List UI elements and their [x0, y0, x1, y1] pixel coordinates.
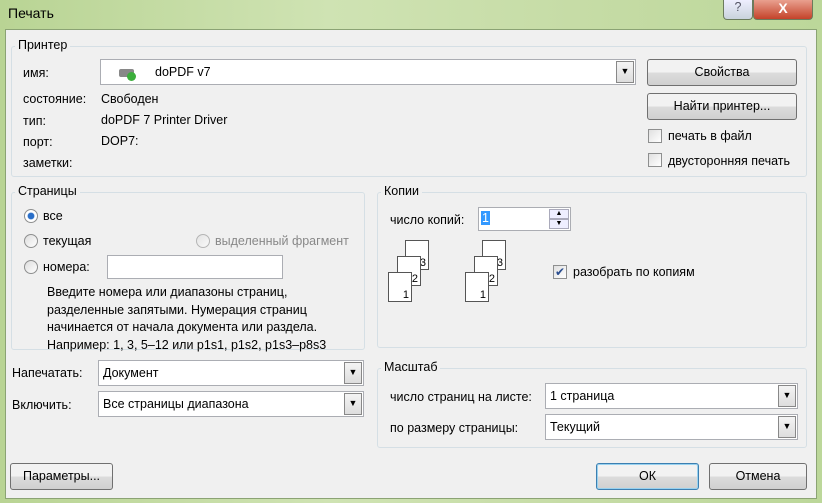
page-numbers-radio[interactable]	[24, 260, 38, 274]
chevron-down-icon[interactable]: ▼	[616, 61, 634, 83]
copies-count-stepper[interactable]: 1 ▲ ▼	[478, 207, 571, 231]
print-what-label: Напечатать:	[12, 366, 83, 380]
title-bar: Печать ? X	[0, 0, 822, 30]
type-value: doPDF 7 Printer Driver	[101, 113, 228, 127]
include-select[interactable]: Все страницы диапазона ▼	[98, 391, 364, 417]
selection-label: выделенный фрагмент	[215, 234, 349, 248]
fit-label: по размеру страницы:	[390, 421, 519, 435]
window-title: Печать	[8, 5, 54, 21]
spin-down-icon[interactable]: ▼	[549, 219, 569, 229]
printer-icon	[117, 63, 137, 81]
copies-group-label: Копии	[381, 184, 422, 198]
type-label: тип:	[23, 114, 46, 128]
include-label: Включить:	[12, 398, 72, 412]
page-numbers-label: номера:	[43, 260, 90, 274]
include-value: Все страницы диапазона	[103, 397, 249, 411]
port-label: порт:	[23, 135, 53, 149]
page-numbers-hint: Введите номера или диапазоны страниц, ра…	[47, 285, 327, 352]
per-sheet-label: число страниц на листе:	[390, 390, 532, 404]
duplex-checkbox[interactable]	[648, 153, 662, 167]
collated-pages-icon: 3 2 1	[388, 240, 448, 306]
options-button[interactable]: Параметры...	[10, 463, 113, 490]
status-label: состояние:	[23, 92, 87, 106]
collated-pages-icon-2: 3 2 1	[465, 240, 525, 306]
all-pages-label: все	[43, 209, 63, 223]
close-icon: X	[778, 0, 788, 16]
cancel-button[interactable]: Отмена	[709, 463, 807, 490]
chevron-down-icon[interactable]: ▼	[778, 416, 796, 438]
all-pages-radio[interactable]	[24, 209, 38, 223]
duplex-label: двусторонняя печать	[668, 154, 791, 168]
scale-group-label: Масштаб	[381, 360, 441, 374]
status-value: Свободен	[101, 92, 159, 106]
printer-name-label: имя:	[23, 66, 49, 80]
current-page-label: текущая	[43, 234, 92, 248]
find-printer-button[interactable]: Найти принтер...	[647, 93, 797, 120]
spin-up-icon[interactable]: ▲	[549, 209, 569, 219]
check-icon: ✔	[554, 265, 566, 279]
copies-count-label: число копий:	[390, 213, 465, 227]
printer-name-select[interactable]: doPDF v7 ▼	[100, 59, 636, 85]
print-what-value: Документ	[103, 366, 159, 380]
chevron-down-icon[interactable]: ▼	[344, 393, 362, 415]
print-to-file-checkbox[interactable]	[648, 129, 662, 143]
notes-label: заметки:	[23, 156, 73, 170]
current-page-radio[interactable]	[24, 234, 38, 248]
chevron-down-icon[interactable]: ▼	[344, 362, 362, 384]
print-to-file-label: печать в файл	[668, 129, 752, 143]
collate-label: разобрать по копиям	[573, 265, 695, 279]
help-icon: ?	[734, 0, 742, 14]
per-sheet-select[interactable]: 1 страница ▼	[545, 383, 798, 409]
port-value: DOP7:	[101, 134, 139, 148]
fit-select[interactable]: Текущий ▼	[545, 414, 798, 440]
page-numbers-input[interactable]	[107, 255, 283, 279]
help-button[interactable]: ?	[723, 0, 753, 20]
close-button[interactable]: X	[753, 0, 813, 20]
copies-count-value: 1	[481, 211, 490, 225]
fit-value: Текущий	[550, 420, 600, 434]
pages-group-label: Страницы	[15, 184, 80, 198]
per-sheet-value: 1 страница	[550, 389, 615, 403]
printer-group-label: Принтер	[15, 38, 71, 52]
selection-radio[interactable]	[196, 234, 210, 248]
chevron-down-icon[interactable]: ▼	[778, 385, 796, 407]
print-what-select[interactable]: Документ ▼	[98, 360, 364, 386]
collate-checkbox[interactable]: ✔	[553, 265, 567, 279]
properties-button[interactable]: Свойства	[647, 59, 797, 86]
ok-button[interactable]: ОК	[596, 463, 699, 490]
printer-name-value: doPDF v7	[155, 65, 211, 79]
